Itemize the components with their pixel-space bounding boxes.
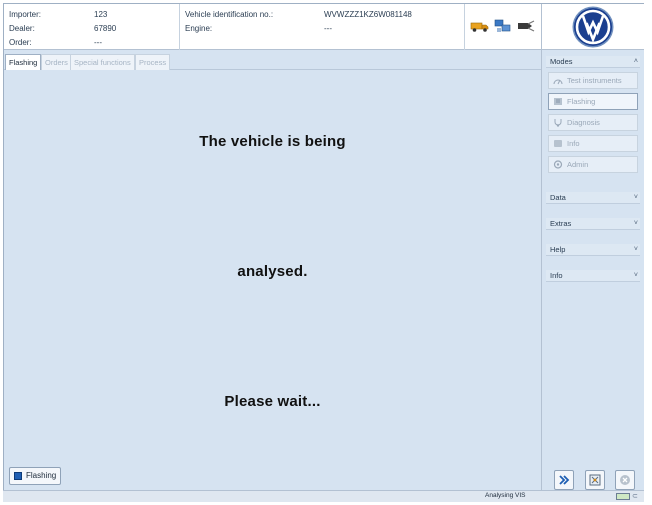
- double-chevron-right-icon: [559, 475, 570, 485]
- vin-value: WVWZZZ1KZ6W081148: [324, 10, 412, 19]
- network-computer-icon[interactable]: [493, 18, 513, 34]
- flashing-square-icon: [14, 472, 22, 480]
- info-label: Info: [550, 271, 563, 280]
- mode-flashing[interactable]: Flashing: [548, 93, 638, 110]
- extras-section-header[interactable]: Extras ˅: [546, 218, 640, 230]
- close-circle-icon: [620, 475, 630, 485]
- status-link-icon: ⊂: [632, 493, 638, 500]
- mode-test-instruments[interactable]: Test instruments: [548, 72, 638, 89]
- modes-section-header[interactable]: Modes ˄: [546, 56, 640, 68]
- connector-plug-icon[interactable]: [516, 18, 536, 34]
- status-message-line-2: analysed.: [237, 263, 308, 280]
- flash-chip-icon: [553, 97, 563, 106]
- flashing-task-label: Flashing: [26, 471, 57, 480]
- connection-status-indicator-icon: [616, 493, 630, 500]
- mode-admin[interactable]: Admin: [548, 156, 638, 173]
- right-sidebar: Modes ˄ Test instruments Flashing Diagno…: [541, 50, 644, 499]
- vw-logo: [572, 6, 614, 48]
- mode-label: Admin: [567, 160, 589, 169]
- mode-label: Info: [567, 139, 580, 148]
- info-icon: [553, 139, 563, 148]
- forward-button[interactable]: [554, 470, 574, 490]
- vehicle-info-header: Importer: 123 Dealer: 67890 Order: --- V…: [4, 4, 541, 50]
- engine-value: ---: [324, 24, 332, 33]
- data-section-header[interactable]: Data ˅: [546, 192, 640, 204]
- importer-label: Importer:: [9, 10, 42, 19]
- stethoscope-icon: [553, 118, 563, 127]
- brand-logo-area: [541, 4, 644, 50]
- mode-label: Diagnosis: [567, 118, 600, 127]
- mode-label: Test instruments: [567, 76, 622, 85]
- status-message-line-3: Please wait...: [224, 393, 321, 410]
- main-tab-strip: Flashing Orders Special functions Proces…: [4, 54, 541, 70]
- dealer-info-column: Importer: 123 Dealer: 67890 Order: ---: [4, 4, 180, 50]
- dealer-label: Dealer:: [9, 24, 35, 33]
- order-value: ---: [94, 38, 102, 47]
- tab-process[interactable]: Process: [135, 54, 171, 70]
- order-label: Order:: [9, 38, 32, 47]
- dealer-value: 67890: [94, 24, 117, 33]
- chevron-up-icon: ˄: [633, 58, 638, 65]
- truck-icon[interactable]: [470, 18, 490, 34]
- mode-diagnosis[interactable]: Diagnosis: [548, 114, 638, 131]
- vin-label: Vehicle identification no.:: [185, 10, 274, 19]
- main-content-area: The vehicle is being analysed. Please wa…: [4, 71, 541, 466]
- status-bar: Analysing VIS ⊂: [3, 490, 644, 502]
- tab-flashing[interactable]: Flashing: [5, 54, 42, 70]
- modes-label: Modes: [550, 57, 573, 66]
- help-label: Help: [550, 245, 566, 254]
- gauge-icon: [553, 76, 563, 85]
- connection-icons: [465, 4, 541, 50]
- info-section-header[interactable]: Info ˅: [546, 270, 640, 282]
- chevron-down-icon: ˅: [633, 220, 638, 227]
- status-bar-text: Analysing VIS: [485, 492, 526, 499]
- cancel-button[interactable]: [615, 470, 635, 490]
- application-window: Importer: 123 Dealer: 67890 Order: --- V…: [3, 3, 644, 499]
- function-test-button[interactable]: [585, 470, 605, 490]
- help-section-header[interactable]: Help ˅: [546, 244, 640, 256]
- crossed-box-icon: [589, 474, 601, 486]
- mode-label: Flashing: [567, 97, 596, 106]
- status-message-line-1: The vehicle is being: [199, 133, 346, 150]
- importer-value: 123: [94, 10, 108, 19]
- data-label: Data: [550, 193, 566, 202]
- chevron-down-icon: ˅: [633, 272, 638, 279]
- tab-orders[interactable]: Orders: [41, 54, 72, 70]
- tab-special-functions[interactable]: Special functions: [70, 54, 135, 70]
- engine-label: Engine:: [185, 24, 213, 33]
- chevron-down-icon: ˅: [633, 194, 638, 201]
- vehicle-id-column: Vehicle identification no.: WVWZZZ1KZ6W0…: [180, 4, 465, 50]
- chevron-down-icon: ˅: [633, 246, 638, 253]
- mode-info[interactable]: Info: [548, 135, 638, 152]
- extras-label: Extras: [550, 219, 572, 228]
- flashing-task-button[interactable]: Flashing: [9, 467, 61, 485]
- admin-gear-icon: [553, 160, 563, 169]
